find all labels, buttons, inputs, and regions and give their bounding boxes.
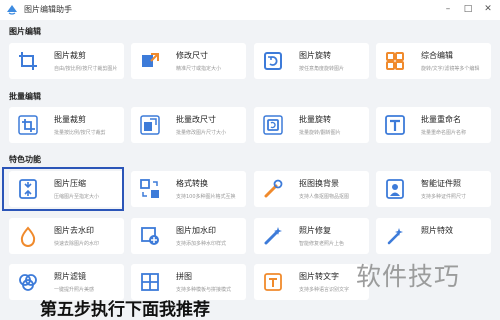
- rename-icon: [385, 115, 405, 135]
- card-batch-rotate[interactable]: 批量旋转 批量旋转/翻转图片: [254, 107, 369, 143]
- magic-wand-icon: [264, 227, 282, 245]
- card-dewatermark[interactable]: 图片去水印 快速去除图片的水印: [9, 218, 124, 254]
- card-desc: 精准尺寸或指定大小: [176, 66, 222, 72]
- filter-icon: [19, 274, 37, 291]
- ocr-icon: [264, 273, 282, 291]
- card-batch-resize[interactable]: 批量改尺寸 批量修改图片尺寸大小: [131, 107, 246, 143]
- highlight-box: [2, 167, 124, 211]
- card-title: 批量旋转: [299, 115, 331, 124]
- card-desc: 快速去除图片的水印: [54, 241, 100, 247]
- watermark-text: 软件技巧: [356, 262, 461, 291]
- id-photo-icon: [386, 179, 404, 199]
- dewatermark-icon: [20, 226, 36, 247]
- card-desc: 批量修改图片尺寸大小: [176, 130, 227, 136]
- card-title: 图片旋转: [299, 51, 331, 60]
- card-rotate[interactable]: 图片旋转 按任意角度旋转图片: [254, 43, 369, 79]
- card-desc: 旋转/文字/滤镜等多个编辑: [421, 66, 480, 72]
- card-desc: 支持人像抠图物品抠图: [299, 194, 350, 200]
- card-title: 综合编辑: [421, 51, 453, 60]
- card-desc: 支持多种模板与拼接模式: [176, 287, 232, 293]
- collage-icon: [141, 273, 159, 291]
- card-desc: 批量重命名图片名称: [421, 130, 467, 136]
- card-desc: 批量旋转/翻转图片: [299, 130, 341, 136]
- card-title: 批量裁剪: [54, 115, 86, 124]
- tutorial-caption: 第五步执行下面我推荐: [40, 300, 210, 320]
- card-title: 批量改尺寸: [176, 115, 216, 124]
- card-title: 图片裁剪: [54, 51, 86, 60]
- card-crop[interactable]: 图片裁剪 自由/按比例/按尺寸裁剪图片: [9, 43, 124, 79]
- card-title: 图片加水印: [176, 226, 216, 235]
- effects-icon: [387, 228, 403, 245]
- card-desc: 自由/按比例/按尺寸裁剪图片: [54, 66, 118, 72]
- card-batch-crop[interactable]: 批量裁剪 批量按比例/按尺寸裁剪: [9, 107, 124, 143]
- card-desc: 按任意角度旋转图片: [299, 66, 345, 72]
- matting-icon: [264, 179, 283, 198]
- app-title: 图片编辑助手: [24, 5, 72, 14]
- batch-crop-icon: [18, 115, 38, 135]
- card-combo[interactable]: 综合编辑 旋转/文字/滤镜等多个编辑: [376, 43, 491, 79]
- batch-rotate-icon: [263, 115, 283, 135]
- card-title: 批量重命名: [421, 115, 461, 124]
- title-bar: 图片编辑助手 – □ ✕: [0, 0, 500, 20]
- card-batch-rename[interactable]: 批量重命名 批量重命名图片名称: [376, 107, 491, 143]
- card-title: 照片特效: [421, 226, 453, 235]
- card-effects[interactable]: 照片特效: [376, 218, 491, 254]
- rotate-icon: [264, 52, 282, 70]
- card-convert[interactable]: 格式转换 支持100多种图片格式互换: [131, 171, 246, 207]
- card-title: 照片滤镜: [54, 272, 86, 281]
- batch-resize-icon: [140, 115, 160, 135]
- card-desc: 智能修复老照片上色: [299, 241, 345, 247]
- section-title-special: 特色功能: [9, 155, 41, 164]
- section-title-edit: 图片编辑: [9, 27, 41, 36]
- card-id-photo[interactable]: 智能证件照 支持多种证件照尺寸: [376, 171, 491, 207]
- card-desc: 支持100多种图片格式互换: [176, 194, 236, 200]
- card-title: 照片修复: [299, 226, 331, 235]
- section-title-batch: 批量编辑: [9, 92, 41, 101]
- card-ocr[interactable]: 图片转文字 支持多种语言识别文字: [254, 264, 369, 300]
- minimize-button[interactable]: –: [442, 3, 454, 16]
- card-add-watermark[interactable]: 图片加水印 支持添加多种水印样式: [131, 218, 246, 254]
- card-title: 拼图: [176, 272, 192, 281]
- card-title: 图片去水印: [54, 226, 94, 235]
- app-logo-icon: [7, 5, 17, 15]
- grid-icon: [386, 52, 404, 70]
- close-button[interactable]: ✕: [482, 3, 494, 16]
- resize-icon: [142, 53, 159, 67]
- card-desc: 支持添加多种水印样式: [176, 241, 227, 247]
- crop-icon: [19, 52, 37, 70]
- add-watermark-icon: [141, 227, 159, 245]
- card-desc: 一键提升照片美感: [54, 287, 95, 293]
- card-title: 抠图换背景: [299, 179, 339, 188]
- card-title: 格式转换: [176, 179, 208, 188]
- card-title: 图片转文字: [299, 272, 339, 281]
- card-desc: 批量按比例/按尺寸裁剪: [54, 130, 106, 136]
- card-repair[interactable]: 照片修复 智能修复老照片上色: [254, 218, 369, 254]
- card-matting[interactable]: 抠图换背景 支持人像抠图物品抠图: [254, 171, 369, 207]
- card-resize[interactable]: 修改尺寸 精准尺寸或指定大小: [131, 43, 246, 79]
- card-title: 智能证件照: [421, 179, 461, 188]
- maximize-button[interactable]: □: [462, 3, 474, 16]
- card-title: 修改尺寸: [176, 51, 208, 60]
- card-desc: 支持多种证件照尺寸: [421, 194, 467, 200]
- convert-icon: [140, 179, 159, 198]
